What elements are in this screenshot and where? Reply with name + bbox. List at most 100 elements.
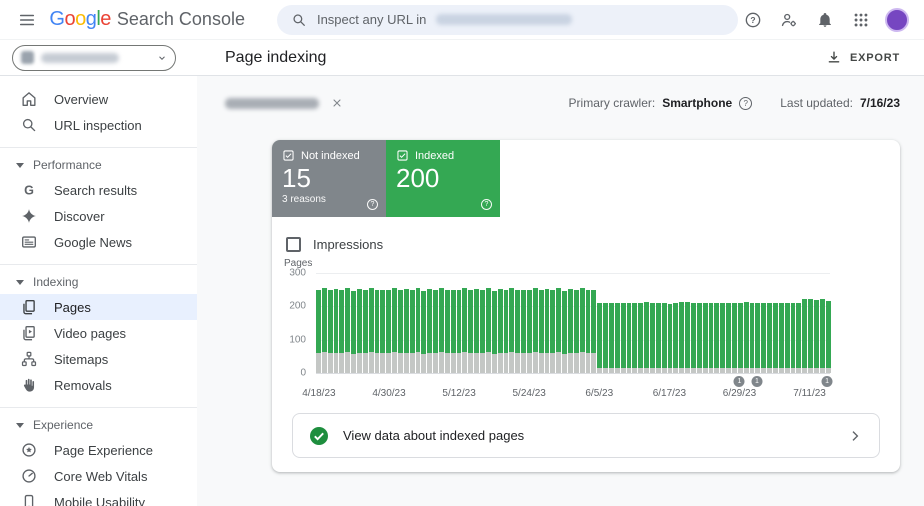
chart-bar[interactable] <box>714 273 720 373</box>
chart-bar[interactable] <box>462 273 468 373</box>
sidebar-item-sitemaps[interactable]: Sitemaps <box>0 346 197 372</box>
chart-bar[interactable] <box>691 273 696 373</box>
chart-bar[interactable] <box>521 273 526 373</box>
chart-bar[interactable] <box>480 273 485 373</box>
chart-bar[interactable] <box>696 273 702 373</box>
menu-button[interactable] <box>14 5 39 35</box>
chart-bar[interactable] <box>497 273 503 373</box>
chart-bar[interactable] <box>398 273 403 373</box>
chart-bar[interactable] <box>415 273 421 373</box>
chart-bar[interactable] <box>608 273 614 373</box>
chart-bar[interactable] <box>450 273 456 373</box>
chart-bar[interactable] <box>562 273 567 373</box>
chart-bar[interactable] <box>550 273 556 373</box>
notifications-button[interactable] <box>810 5 840 35</box>
chart-bar[interactable] <box>509 273 515 373</box>
chart-bar[interactable] <box>380 273 386 373</box>
chart-bar[interactable] <box>556 273 562 373</box>
chart-bar[interactable] <box>357 273 362 373</box>
chart-bar[interactable] <box>444 273 450 373</box>
property-selector[interactable] <box>12 44 176 71</box>
chart-bar[interactable] <box>485 273 491 373</box>
tile-not-indexed[interactable]: Not indexed 15 3 reasons ? <box>272 140 386 217</box>
user-settings-button[interactable] <box>774 5 804 35</box>
chart-bar[interactable] <box>638 273 644 373</box>
sidebar-item-pages[interactable]: Pages <box>0 294 197 320</box>
sidebar-item-search-results[interactable]: G Search results <box>0 177 197 203</box>
section-header-experience[interactable]: Experience <box>0 413 197 437</box>
sidebar-item-discover[interactable]: Discover <box>0 203 197 229</box>
chart-bar[interactable] <box>597 273 603 373</box>
sidebar-item-core-web-vitals[interactable]: Core Web Vitals <box>0 463 197 489</box>
chart-bar[interactable] <box>532 273 538 373</box>
chart-bar[interactable] <box>591 273 597 373</box>
chart-bar[interactable] <box>726 273 732 373</box>
chart-bar[interactable] <box>409 273 415 373</box>
sidebar-item-removals[interactable]: Removals <box>0 372 197 398</box>
account-avatar[interactable] <box>882 5 912 35</box>
sidebar-item-video-pages[interactable]: Video pages <box>0 320 197 346</box>
chart-bar[interactable] <box>790 273 796 373</box>
chart-bar[interactable] <box>603 273 608 373</box>
chart-bar[interactable] <box>526 273 532 373</box>
chart-bar[interactable] <box>433 273 439 373</box>
chart-bar[interactable] <box>439 273 444 373</box>
chart-bar[interactable] <box>386 273 392 373</box>
chart-bar[interactable] <box>708 273 714 373</box>
sidebar-item-google-news[interactable]: Google News <box>0 229 197 255</box>
chart-bar[interactable] <box>362 273 368 373</box>
url-inspect-input[interactable]: Inspect any URL in <box>276 4 738 35</box>
chart-bar[interactable] <box>620 273 626 373</box>
chart-bar[interactable] <box>825 273 831 373</box>
chart-bar[interactable] <box>661 273 667 373</box>
chart-bar[interactable] <box>503 273 509 373</box>
section-header-performance[interactable]: Performance <box>0 153 197 177</box>
chart-bar[interactable] <box>333 273 339 373</box>
chart-bar[interactable] <box>773 273 778 373</box>
chart-bar[interactable] <box>784 273 790 373</box>
chart-bar[interactable] <box>403 273 409 373</box>
sidebar-item-mobile-usability[interactable]: Mobile Usability <box>0 489 197 506</box>
chart-bar[interactable] <box>474 273 480 373</box>
sidebar-item-url-inspection[interactable]: URL inspection <box>0 112 197 138</box>
chart-bar[interactable] <box>808 273 814 373</box>
chart-bar[interactable] <box>316 273 321 373</box>
chart-bar[interactable] <box>515 273 521 373</box>
view-indexed-data-row[interactable]: View data about indexed pages <box>292 413 880 458</box>
chart-bar[interactable] <box>743 273 749 373</box>
help-circle-icon[interactable]: ? <box>481 199 492 210</box>
chart-bar[interactable] <box>579 273 585 373</box>
chart-bar[interactable] <box>679 273 685 373</box>
apps-grid-button[interactable] <box>846 5 876 35</box>
impressions-checkbox[interactable] <box>286 237 301 252</box>
chart-bar[interactable] <box>368 273 374 373</box>
chart-bar[interactable] <box>761 273 767 373</box>
chart-bar[interactable] <box>491 273 497 373</box>
chart-bar[interactable] <box>667 273 673 373</box>
chart-bar[interactable] <box>749 273 755 373</box>
chart-bar[interactable] <box>632 273 638 373</box>
export-button[interactable]: EXPORT <box>826 50 900 66</box>
close-icon[interactable] <box>331 97 343 109</box>
help-button[interactable]: ? <box>738 5 768 35</box>
chart-bar[interactable] <box>351 273 357 373</box>
chart-bar[interactable] <box>468 273 474 373</box>
sidebar-item-page-experience[interactable]: Page Experience <box>0 437 197 463</box>
help-circle-icon[interactable]: ? <box>739 96 753 110</box>
chart-bar[interactable] <box>732 273 737 373</box>
chart-bar[interactable] <box>626 273 632 373</box>
chart-bar[interactable] <box>427 273 433 373</box>
chart-bar[interactable] <box>421 273 427 373</box>
chart-bar[interactable] <box>755 273 761 373</box>
chart-bar[interactable] <box>644 273 649 373</box>
chart-bar[interactable] <box>392 273 398 373</box>
tile-indexed[interactable]: Indexed 200 ? <box>386 140 500 217</box>
chart-bar[interactable] <box>802 273 808 373</box>
chart-bar[interactable] <box>614 273 620 373</box>
chart-bar[interactable] <box>345 273 351 373</box>
chart-bar[interactable] <box>339 273 345 373</box>
chart-bar[interactable] <box>567 273 573 373</box>
chart-bar[interactable] <box>778 273 784 373</box>
chart-bar[interactable] <box>819 273 825 373</box>
chart-bar[interactable] <box>321 273 327 373</box>
